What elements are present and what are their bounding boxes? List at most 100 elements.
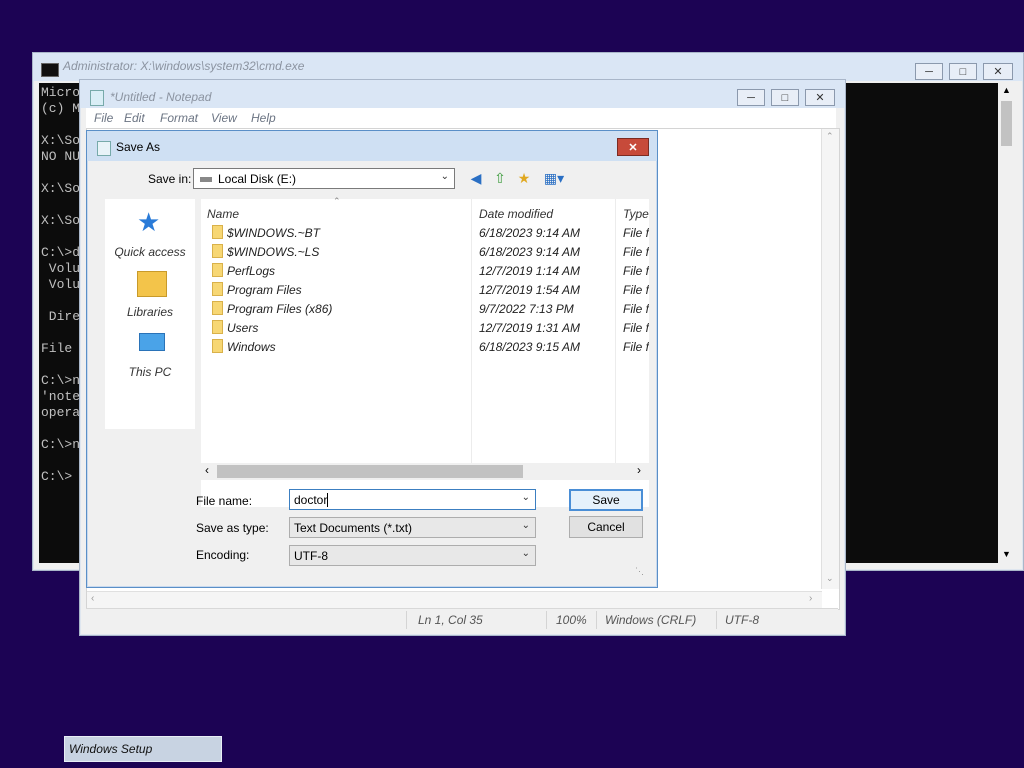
dialog-close-button[interactable]: ✕ [617, 138, 649, 156]
file-name-input[interactable]: doctor ⌄ [289, 489, 536, 510]
up-folder-icon[interactable]: ⇧ [491, 169, 509, 187]
save-in-dropdown[interactable]: Local Disk (E:) ⌄ [193, 168, 455, 189]
scroll-thumb[interactable] [1001, 101, 1012, 146]
menu-format[interactable]: Format [160, 111, 198, 125]
encoding-label: Encoding: [196, 548, 250, 562]
file-type: File fo [623, 321, 649, 335]
file-row[interactable]: $WINDOWS.~LS 6/18/2023 9:14 AM File fo [201, 242, 649, 261]
file-name: $WINDOWS.~LS [227, 245, 320, 259]
minimize-button[interactable]: ─ [915, 63, 943, 80]
notepad-close-button[interactable]: ✕ [805, 89, 835, 106]
save-as-titlebar[interactable]: Save As ✕ [87, 131, 657, 161]
scroll-left-icon[interactable]: ‹ [205, 463, 209, 477]
menu-help[interactable]: Help [251, 111, 276, 125]
drive-icon [200, 177, 212, 182]
close-icon: ✕ [815, 92, 825, 104]
notepad-horizontal-scrollbar[interactable]: ‹ › [87, 591, 822, 609]
file-name: Program Files [227, 283, 302, 297]
folder-icon [212, 225, 223, 239]
file-row[interactable]: $WINDOWS.~BT 6/18/2023 9:14 AM File fo [201, 223, 649, 242]
place-label: Quick access [114, 245, 186, 259]
file-row[interactable]: Windows 6/18/2023 9:15 AM File fo [201, 337, 649, 356]
place-label: This PC [128, 365, 172, 379]
encoding-dropdown[interactable]: UTF-8 ⌄ [289, 545, 536, 566]
chevron-down-icon: ⌄ [440, 171, 449, 182]
menu-edit[interactable]: Edit [124, 111, 145, 125]
scroll-right-icon[interactable]: › [637, 463, 641, 477]
resize-grip-icon[interactable]: ⋱ [635, 566, 644, 577]
menu-file[interactable]: File [94, 111, 113, 125]
file-date: 9/7/2022 7:13 PM [479, 302, 574, 316]
notepad-menubar: File Edit Format View Help [86, 108, 836, 128]
file-date: 6/18/2023 9:14 AM [479, 226, 580, 240]
file-row[interactable]: Program Files (x86) 9/7/2022 7:13 PM Fil… [201, 299, 649, 318]
folder-icon [212, 339, 223, 353]
scroll-down-icon[interactable]: ▼ [1002, 549, 1011, 559]
close-button[interactable]: ✕ [983, 63, 1013, 80]
save-as-dialog[interactable]: Save As ✕ Save in: Local Disk (E:) ⌄ ◀ ⇧… [86, 130, 658, 588]
file-list[interactable]: ⌃ Name Date modified Type $WINDOWS.~BT 6… [201, 196, 649, 507]
file-type: File fo [623, 245, 649, 259]
back-icon[interactable]: ◀ [467, 169, 485, 187]
notepad-vertical-scrollbar[interactable]: ⌃ ⌄ [821, 129, 839, 589]
file-name: Program Files (x86) [227, 302, 333, 316]
maximize-icon: □ [781, 91, 789, 104]
scroll-thumb[interactable] [217, 465, 523, 478]
file-name: Users [227, 321, 259, 335]
windows-setup-taskbar-button[interactable]: Windows Setup [64, 736, 222, 762]
status-zoom: 100% [556, 613, 587, 627]
dialog-body: Save in: Local Disk (E:) ⌄ ◀ ⇧ ★ ▦▾ ★ Qu… [95, 161, 649, 579]
minimize-icon: ─ [747, 91, 755, 104]
column-header-name[interactable]: Name [207, 207, 239, 221]
console-scrollbar[interactable]: ▲ ▼ [998, 83, 1015, 563]
star-icon: ★ [137, 207, 161, 237]
scroll-down-icon[interactable]: ⌄ [826, 573, 834, 584]
cancel-button[interactable]: Cancel [569, 516, 643, 538]
notepad-maximize-button[interactable]: □ [771, 89, 799, 106]
maximize-button[interactable]: □ [949, 63, 977, 80]
file-row[interactable]: Program Files 12/7/2019 1:54 AM File fo [201, 280, 649, 299]
cmd-icon [41, 63, 59, 77]
new-folder-icon[interactable]: ★ [515, 169, 533, 187]
file-date: 12/7/2019 1:54 AM [479, 283, 580, 297]
close-icon: ✕ [628, 141, 638, 154]
file-row[interactable]: PerfLogs 12/7/2019 1:14 AM File fo [201, 261, 649, 280]
status-line-ending: Windows (CRLF) [605, 613, 697, 627]
file-list-hscrollbar[interactable]: ‹ › [201, 463, 649, 480]
file-row[interactable]: Users 12/7/2019 1:31 AM File fo [201, 318, 649, 337]
scroll-left-icon[interactable]: ‹ [91, 593, 94, 604]
column-header-type[interactable]: Type [623, 207, 649, 221]
computer-icon [139, 333, 165, 351]
cmd-titlebar[interactable]: Administrator: X:\windows\system32\cmd.e… [33, 53, 1023, 81]
save-as-type-label: Save as type: [196, 521, 269, 535]
sort-up-icon: ⌃ [333, 196, 341, 206]
menu-view[interactable]: View [211, 111, 237, 125]
libraries-icon [137, 271, 167, 297]
status-position: Ln 1, Col 35 [418, 613, 483, 627]
notepad-statusbar: Ln 1, Col 35 100% Windows (CRLF) UTF-8 [86, 608, 838, 631]
status-separator [596, 611, 597, 629]
save-button[interactable]: Save [569, 489, 643, 511]
close-icon: ✕ [993, 66, 1003, 78]
chevron-down-icon[interactable]: ⌄ [522, 492, 530, 503]
scroll-up-icon[interactable]: ⌃ [826, 131, 834, 142]
notepad-icon [90, 90, 104, 106]
folder-icon [212, 263, 223, 277]
file-date: 6/18/2023 9:15 AM [479, 340, 580, 354]
scroll-up-icon[interactable]: ▲ [1002, 85, 1011, 95]
scroll-right-icon[interactable]: › [809, 593, 812, 604]
notepad-titlebar[interactable]: *Untitled - Notepad ─ □ ✕ [80, 80, 845, 108]
column-header-date[interactable]: Date modified [479, 207, 553, 221]
save-in-label: Save in: [148, 172, 192, 186]
file-name: $WINDOWS.~BT [227, 226, 321, 240]
file-date: 12/7/2019 1:14 AM [479, 264, 580, 278]
save-as-type-dropdown[interactable]: Text Documents (*.txt) ⌄ [289, 517, 536, 538]
file-type: File fo [623, 340, 649, 354]
folder-icon [212, 282, 223, 296]
notepad-minimize-button[interactable]: ─ [737, 89, 765, 106]
chevron-down-icon: ⌄ [521, 548, 530, 559]
encoding-value: UTF-8 [294, 549, 328, 563]
file-type: File fo [623, 302, 649, 316]
cmd-title: Administrator: X:\windows\system32\cmd.e… [63, 59, 305, 73]
view-menu-icon[interactable]: ▦▾ [541, 169, 567, 187]
